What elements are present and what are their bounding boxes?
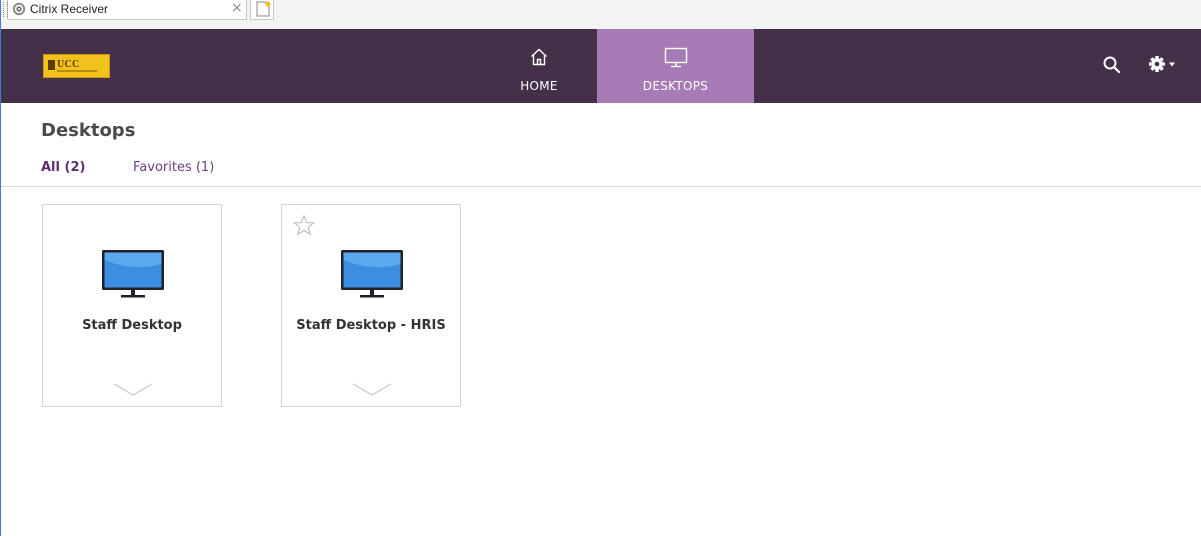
citrix-receiver-icon [12, 2, 26, 16]
nav-tab-home[interactable]: HOME [481, 29, 597, 103]
desktop-card[interactable]: Staff Desktop [42, 204, 222, 407]
search-icon[interactable] [1102, 55, 1122, 75]
tab-title: Citrix Receiver [30, 2, 109, 16]
chevron-down-icon [1169, 62, 1175, 67]
nav-tab-desktops[interactable]: DESKTOPS [597, 29, 754, 103]
ucc-logo[interactable]: UCC [43, 54, 110, 78]
gear-icon[interactable] [1148, 55, 1178, 73]
filter-favorites[interactable]: Favorites (1) [133, 160, 214, 175]
filter-all[interactable]: All (2) [41, 160, 85, 175]
desktop-card[interactable]: Staff Desktop - HRIS [281, 204, 461, 407]
monitor-icon [664, 47, 687, 68]
tab-grip [3, 2, 8, 17]
nav-tab-home-label: HOME [520, 79, 558, 93]
favorite-star-icon[interactable] [293, 215, 315, 236]
logo-crest [48, 60, 55, 70]
logo-text: UCC [57, 59, 80, 70]
app-header: UCC HOME DESKTOPS [1, 29, 1201, 103]
home-icon [531, 48, 547, 66]
new-tab-button[interactable] [250, 0, 274, 20]
new-tab-icon [256, 1, 271, 17]
desktop-monitor-icon [102, 250, 164, 298]
desktop-name: Staff Desktop - HRIS [296, 318, 446, 333]
chevron-down-icon[interactable] [113, 383, 153, 397]
desktop-monitor-icon [341, 250, 403, 298]
tab-close-button[interactable]: × [231, 0, 243, 16]
browser-tab[interactable]: Citrix Receiver × [3, 0, 247, 20]
browser-tab-strip: Citrix Receiver × [1, 0, 1201, 29]
chevron-down-icon[interactable] [352, 383, 392, 397]
logo-stripe [57, 70, 97, 72]
desktop-name: Staff Desktop [82, 318, 182, 333]
nav-tab-desktops-label: DESKTOPS [642, 79, 709, 93]
page-title: Desktops [41, 120, 136, 141]
divider [1, 186, 1201, 187]
